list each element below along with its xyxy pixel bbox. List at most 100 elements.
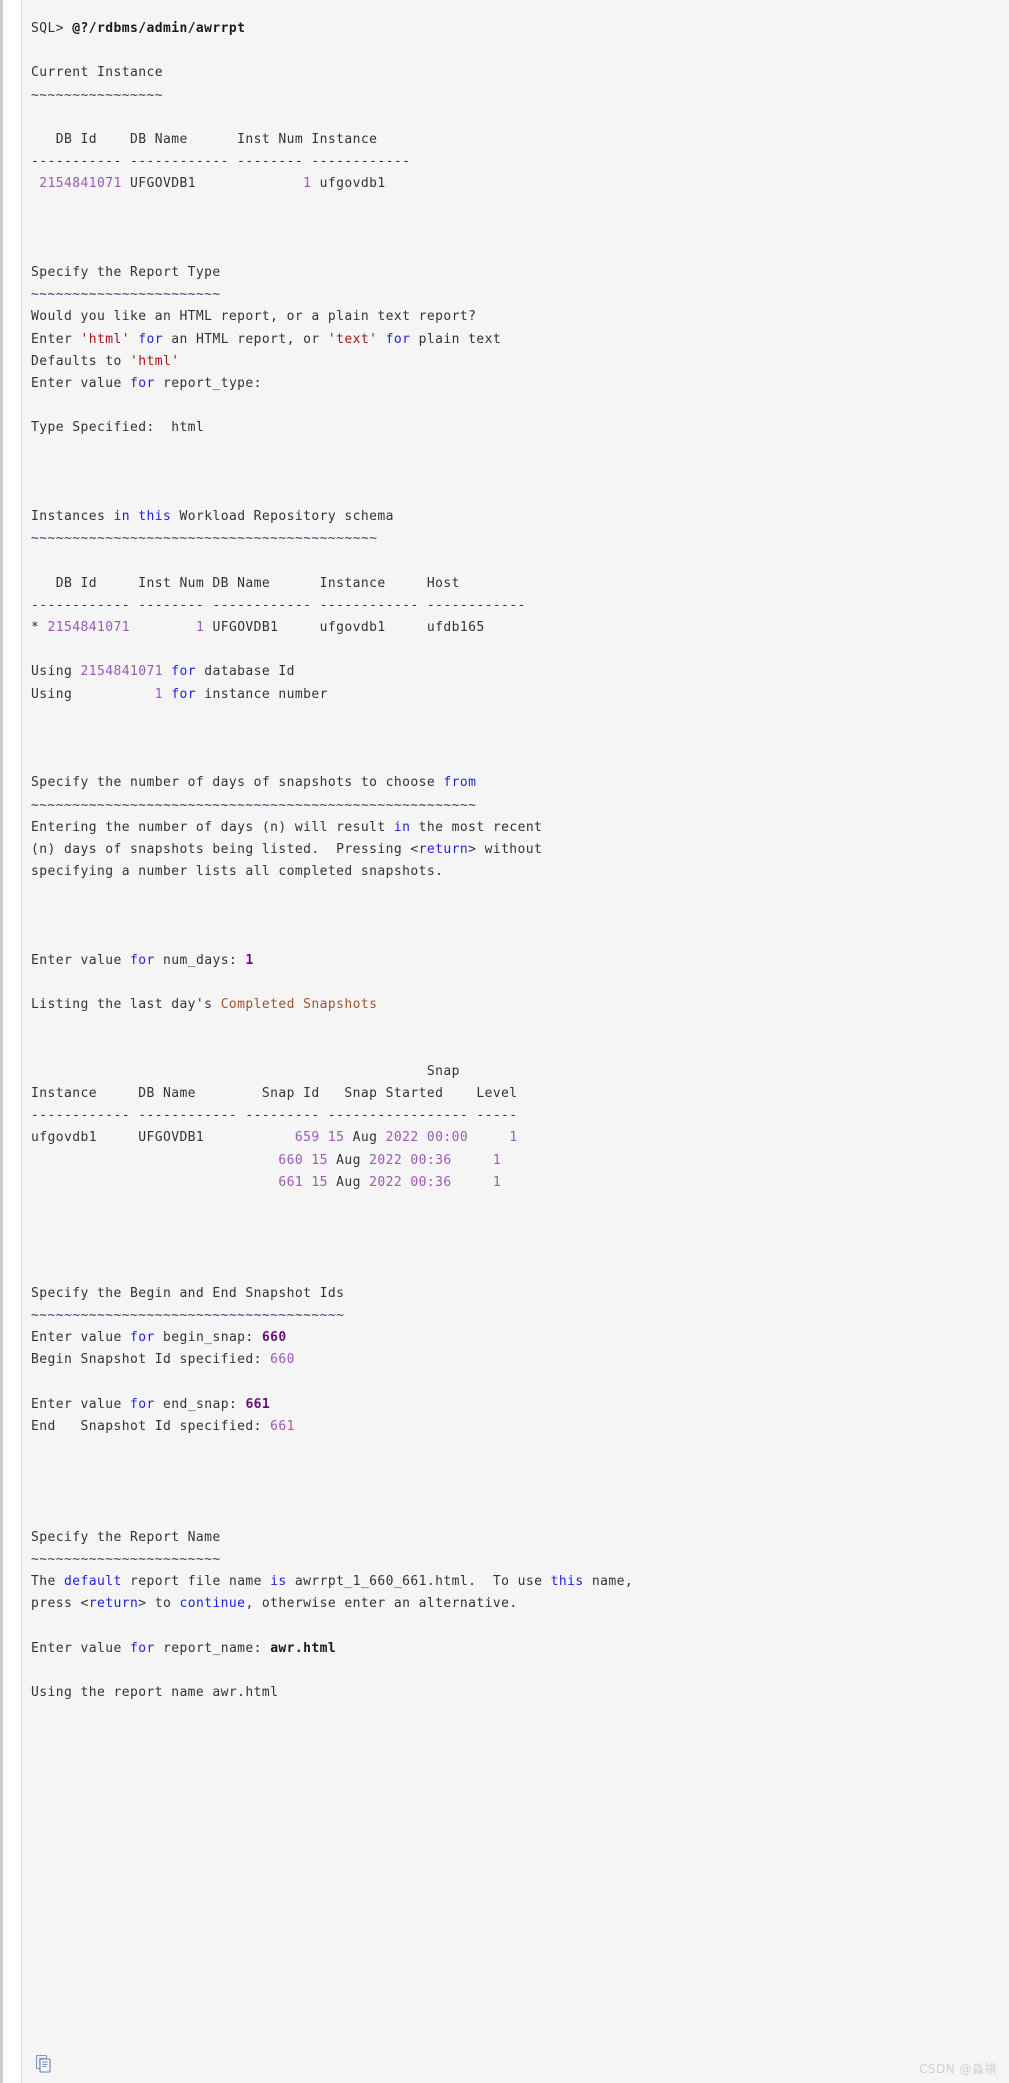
console-token — [130, 332, 138, 347]
console-token: 660 — [278, 1152, 304, 1168]
console-token: this — [550, 1574, 584, 1590]
console-token: for — [385, 331, 411, 347]
console-line: DB Id Inst Num DB Name Instance Host — [31, 573, 1009, 595]
console-token: ----------- ------------ -------- ------… — [31, 154, 411, 170]
console-token: (n) days of snapshots being listed. Pres… — [31, 841, 419, 857]
console-token: Completed Snapshots — [220, 997, 378, 1013]
console-token: Using — [31, 664, 81, 680]
console-line: (n) days of snapshots being listed. Pres… — [31, 839, 1009, 861]
console-token: continue — [179, 1596, 246, 1612]
console-line: 661 15 Aug 2022 00:36 1 — [31, 1172, 1009, 1194]
console-line: Specify the Begin and End Snapshot Ids — [31, 1283, 1009, 1305]
console-line: Specify the Report Type — [31, 262, 1009, 284]
console-token — [163, 687, 171, 702]
console-token: 660 — [270, 1352, 295, 1368]
console-token: Specify the Report Type — [31, 265, 221, 281]
console-line: ~~~~~~~~~~~~~~~~~~~~~~~ — [31, 284, 1009, 306]
console-token: num_days: — [154, 952, 246, 968]
console-token: report_name: — [154, 1640, 271, 1656]
console-line: ~~~~~~~~~~~~~~~~~~~~~~~~~~~~~~~~~~~~~~~~… — [31, 795, 1009, 817]
console-token: 661 — [278, 1174, 304, 1190]
console-token: Listing the last day's — [31, 997, 221, 1013]
console-token: an HTML report, or — [162, 331, 328, 347]
console-token: instance number — [195, 686, 328, 702]
console-token: return — [88, 1596, 139, 1612]
console-token: Aug — [327, 1174, 370, 1190]
console-line: Enter value for report_type: — [31, 373, 1009, 395]
console-token: Entering the number of days (n) will res… — [31, 819, 394, 835]
console-line: 660 15 Aug 2022 00:36 1 — [31, 1150, 1009, 1172]
console-token: UFGOVDB1 ufgovdb1 ufdb165 — [204, 620, 485, 636]
console-token: 'html' — [80, 331, 130, 347]
console-line: Snap — [31, 1061, 1009, 1083]
console-line: End Snapshot Id specified: 661 — [31, 1416, 1009, 1438]
console-line: ----------- ------------ -------- ------… — [31, 151, 1009, 173]
console-line: The default report file name is awrrpt_1… — [31, 1571, 1009, 1593]
console-token: for — [129, 952, 155, 968]
console-line: Using 1 for instance number — [31, 684, 1009, 706]
console-token: in — [393, 819, 411, 835]
copy-icon[interactable] — [33, 2053, 55, 2075]
console-token: name, — [583, 1574, 634, 1590]
console-token: this — [138, 509, 172, 525]
console-token: 'text' — [327, 331, 378, 347]
console-token: 1 — [492, 1174, 502, 1190]
console-line: ~~~~~~~~~~~~~~~~~~~~~~~ — [31, 1549, 1009, 1571]
console-token: press < — [31, 1596, 89, 1612]
console-line: DB Id DB Name Inst Num Instance — [31, 129, 1009, 151]
console-token: plain text — [410, 331, 502, 347]
console-token: @?/rdbms/admin/awrrpt — [72, 21, 246, 36]
console-token: 2022 — [369, 1152, 403, 1168]
console-token: the most recent — [410, 819, 543, 835]
console-token: Using — [31, 686, 155, 702]
console-token: return — [418, 841, 469, 857]
console-token: 661 — [245, 1396, 271, 1412]
console-token: Aug — [327, 1152, 370, 1168]
console-token — [468, 1130, 509, 1145]
console-token: for — [129, 1330, 155, 1346]
console-token: 1 — [509, 1130, 518, 1146]
console-token: Type Specified: html — [31, 420, 205, 436]
console-token: end_snap: — [154, 1396, 246, 1412]
console-token: for — [129, 1396, 155, 1412]
console-token: , otherwise enter an alternative. — [245, 1596, 518, 1612]
console-output-lines: SQL> @?/rdbms/admin/awrrpt Current Insta… — [3, 14, 1009, 1704]
console-token: Current Instance — [31, 65, 163, 81]
console-token — [452, 1175, 493, 1190]
console-token: End Snapshot Id specified: — [31, 1418, 271, 1434]
console-line: Would you like an HTML report, or a plai… — [31, 306, 1009, 328]
console-token: Enter value — [31, 376, 130, 391]
console-token: Enter value — [31, 1640, 130, 1656]
console-token: Snap — [31, 1063, 460, 1079]
console-token: from — [443, 775, 477, 791]
console-line: ~~~~~~~~~~~~~~~~~~~~~~~~~~~~~~~~~~~~~~ — [31, 1305, 1009, 1327]
console-token — [163, 664, 171, 679]
console-token — [130, 509, 138, 524]
console-token: 661 — [270, 1418, 295, 1434]
console-line: Enter value for end_snap: 661 — [31, 1394, 1009, 1416]
console-token: is — [270, 1574, 287, 1590]
console-token: begin_snap: — [154, 1330, 262, 1346]
console-line: press <return> to continue, otherwise en… — [31, 1593, 1009, 1615]
console-token: 2154841071 — [39, 176, 122, 192]
console-line: ~~~~~~~~~~~~~~~~ — [31, 85, 1009, 107]
console-line: Type Specified: html — [31, 417, 1009, 439]
console-token: 2154841071 — [47, 620, 130, 636]
console-token — [377, 332, 385, 347]
console-token: The — [31, 1574, 64, 1590]
console-token: Enter value — [31, 952, 130, 968]
console-token: for — [171, 664, 196, 680]
console-line: ~~~~~~~~~~~~~~~~~~~~~~~~~~~~~~~~~~~~~~~~… — [31, 528, 1009, 550]
console-token: Specify the Begin and End Snapshot Ids — [31, 1285, 345, 1301]
